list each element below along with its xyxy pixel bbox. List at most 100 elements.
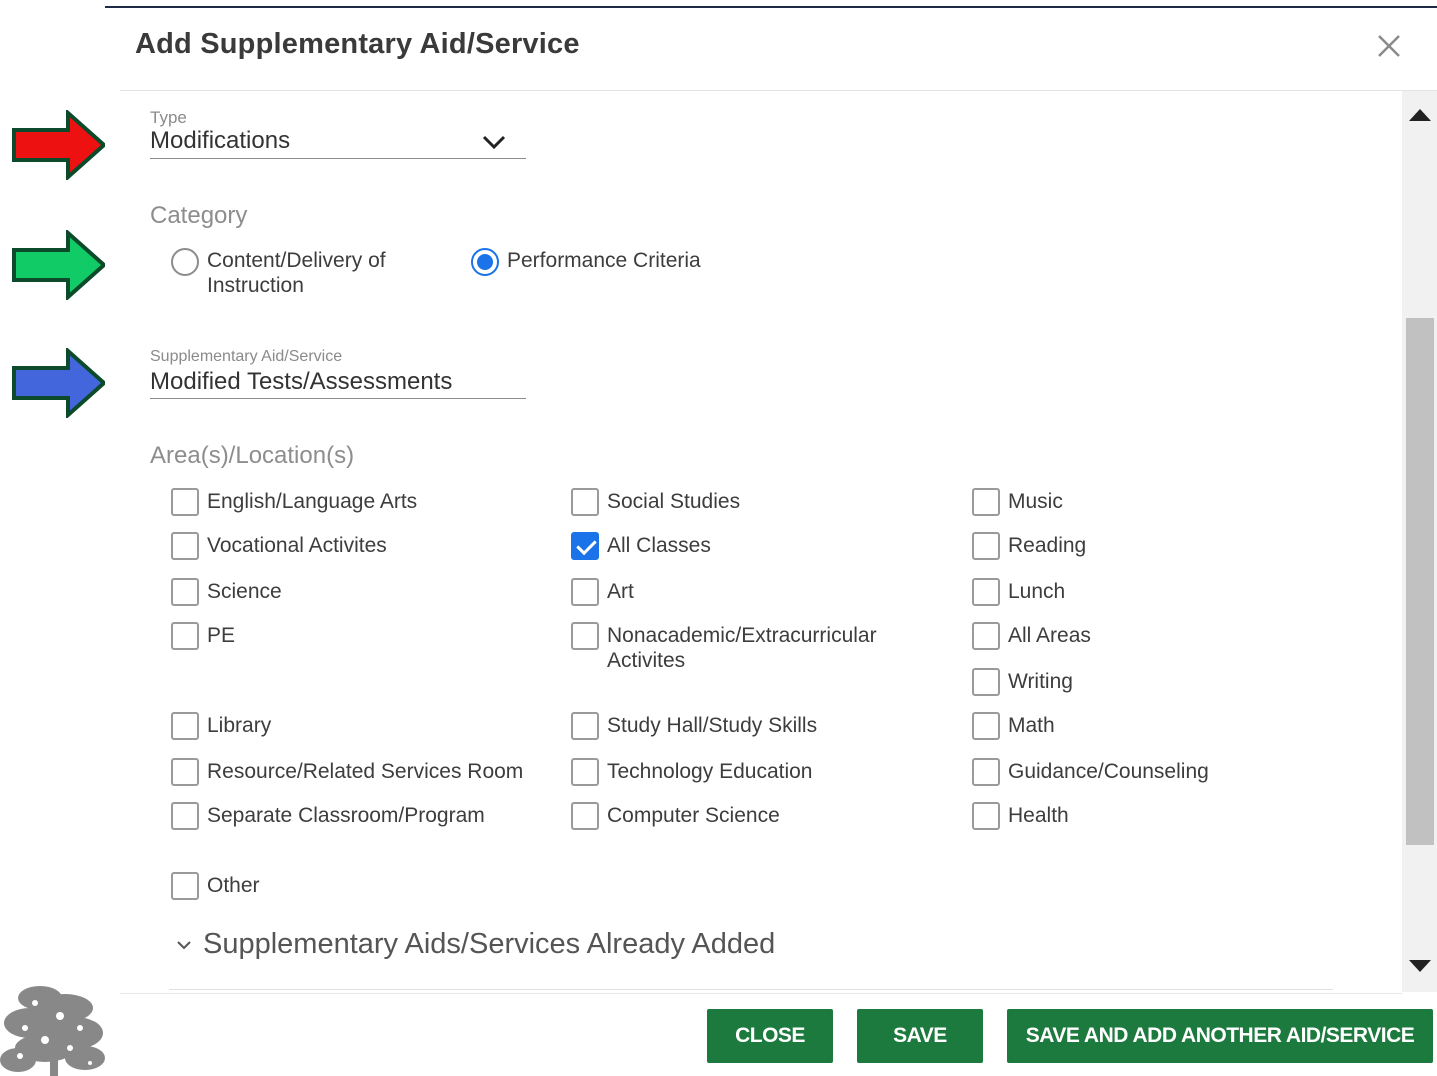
checkbox-box[interactable]	[571, 712, 599, 740]
radio-button-selected[interactable]	[471, 248, 499, 276]
already-added-toggle[interactable]: Supplementary Aids/Services Already Adde…	[175, 928, 775, 961]
checkbox-box[interactable]	[171, 532, 199, 560]
checkbox-writing[interactable]: Writing	[972, 668, 1073, 696]
checkbox-vocational-activites[interactable]: Vocational Activites	[171, 532, 387, 560]
checkbox-math[interactable]: Math	[972, 712, 1055, 740]
scroll-thumb[interactable]	[1406, 318, 1434, 845]
checkbox-label: Computer Science	[607, 804, 780, 827]
checkbox-label: Lunch	[1008, 580, 1066, 603]
triangle-down-icon[interactable]	[1409, 960, 1431, 972]
checkbox-pe[interactable]: PE	[171, 622, 235, 650]
areas-label: Area(s)/Location(s)	[150, 442, 355, 469]
aid-service-label: Supplementary Aid/Service	[150, 348, 343, 365]
checkbox-label: Nonacademic/Extracurricular Activites	[607, 624, 877, 672]
checkbox-label: Writing	[1008, 670, 1073, 693]
close-icon[interactable]	[1373, 30, 1405, 62]
checkbox-social-studies[interactable]: Social Studies	[571, 488, 740, 516]
checkbox-science[interactable]: Science	[171, 578, 282, 606]
checkbox-label: Social Studies	[607, 490, 741, 513]
checkbox-box[interactable]	[171, 758, 199, 786]
checkbox-guidance-counseling[interactable]: Guidance/Counseling	[972, 758, 1209, 786]
checkbox-box[interactable]	[171, 802, 199, 830]
checkbox-label: Music	[1008, 490, 1063, 513]
checkbox-health[interactable]: Health	[972, 802, 1069, 830]
checkbox-study-hall[interactable]: Study Hall/Study Skills	[571, 712, 817, 740]
checkbox-box[interactable]	[972, 712, 1000, 740]
dialog-title: Add Supplementary Aid/Service	[135, 28, 580, 60]
type-select[interactable]: Type Modifications	[150, 105, 526, 161]
type-label: Type	[150, 108, 187, 127]
aid-service-value[interactable]: Modified Tests/Assessments	[150, 368, 452, 396]
checkbox-label: All Areas	[1008, 624, 1091, 647]
dialog-top-border	[105, 6, 1437, 8]
checkbox-label: English/Language Arts	[207, 490, 418, 513]
checkbox-box-checked[interactable]	[571, 532, 599, 560]
blue-arrow-icon	[10, 348, 108, 418]
checkbox-separate-classroom[interactable]: Separate Classroom/Program	[171, 802, 485, 830]
checkbox-all-areas[interactable]: All Areas	[972, 622, 1091, 650]
close-button[interactable]: CLOSE	[707, 1009, 833, 1063]
add-aid-dialog: Add Supplementary Aid/Service Type Modif…	[105, 0, 1437, 1076]
tree-logo-icon	[0, 978, 106, 1076]
checkbox-box[interactable]	[171, 622, 199, 650]
checkbox-label: Math	[1008, 714, 1055, 737]
radio-label: Performance Criteria	[507, 249, 701, 272]
radio-content-delivery[interactable]: Content/Delivery of Instruction	[171, 248, 431, 298]
checkbox-english-language-arts[interactable]: English/Language Arts	[171, 488, 417, 516]
type-value: Modifications	[150, 127, 291, 154]
radio-button[interactable]	[171, 248, 199, 276]
checkbox-box[interactable]	[171, 578, 199, 606]
save-and-add-another-button[interactable]: SAVE AND ADD ANOTHER AID/SERVICE	[1007, 1009, 1433, 1063]
checkbox-music[interactable]: Music	[972, 488, 1063, 516]
checkbox-box[interactable]	[171, 488, 199, 516]
checkbox-label: Science	[207, 580, 282, 603]
title-divider	[120, 90, 1437, 91]
checkbox-library[interactable]: Library	[171, 712, 271, 740]
checkbox-lunch[interactable]: Lunch	[972, 578, 1065, 606]
checkbox-box[interactable]	[972, 532, 1000, 560]
vertical-scrollbar[interactable]	[1402, 91, 1437, 992]
triangle-up-icon[interactable]	[1409, 109, 1431, 121]
checkbox-label: Other	[207, 874, 260, 897]
checkbox-label: PE	[207, 624, 236, 647]
checkbox-label: Vocational Activites	[207, 534, 387, 557]
radio-performance-criteria[interactable]: Performance Criteria	[471, 248, 701, 276]
checkbox-label: All Classes	[607, 534, 711, 557]
checkbox-box[interactable]	[571, 622, 599, 650]
checkbox-technology-education[interactable]: Technology Education	[571, 758, 812, 786]
footer-divider	[120, 993, 1402, 994]
checkbox-label: Separate Classroom/Program	[207, 804, 485, 827]
checkbox-box[interactable]	[972, 802, 1000, 830]
checkbox-box[interactable]	[171, 872, 199, 900]
checkbox-other[interactable]: Other	[171, 872, 260, 900]
checkbox-box[interactable]	[571, 488, 599, 516]
checkbox-label: Technology Education	[607, 760, 813, 783]
checkbox-box[interactable]	[972, 668, 1000, 696]
radio-label: Content/Delivery of Instruction	[207, 249, 386, 297]
checkbox-label: Reading	[1008, 534, 1087, 557]
checkbox-nonacademic[interactable]: Nonacademic/Extracurricular Activites	[571, 622, 897, 673]
checkbox-box[interactable]	[571, 578, 599, 606]
checkbox-label: Library	[207, 714, 272, 737]
already-added-label: Supplementary Aids/Services Already Adde…	[203, 928, 776, 960]
checkbox-box[interactable]	[972, 622, 1000, 650]
chevron-down-icon[interactable]	[481, 132, 507, 152]
checkbox-box[interactable]	[571, 758, 599, 786]
checkbox-all-classes[interactable]: All Classes	[571, 532, 711, 560]
green-arrow-icon	[10, 230, 108, 300]
checkbox-label: Resource/Related Services Room	[207, 760, 524, 783]
checkbox-box[interactable]	[972, 578, 1000, 606]
checkbox-box[interactable]	[972, 488, 1000, 516]
checkbox-label: Study Hall/Study Skills	[607, 714, 818, 737]
checkbox-box[interactable]	[972, 758, 1000, 786]
chevron-down-icon	[175, 938, 193, 952]
type-underline	[150, 158, 526, 159]
checkbox-resource-room[interactable]: Resource/Related Services Room	[171, 758, 523, 786]
checkbox-art[interactable]: Art	[571, 578, 634, 606]
checkbox-reading[interactable]: Reading	[972, 532, 1086, 560]
checkbox-label: Guidance/Counseling	[1008, 760, 1209, 783]
save-button[interactable]: SAVE	[857, 1009, 983, 1063]
checkbox-computer-science[interactable]: Computer Science	[571, 802, 780, 830]
checkbox-box[interactable]	[571, 802, 599, 830]
checkbox-box[interactable]	[171, 712, 199, 740]
